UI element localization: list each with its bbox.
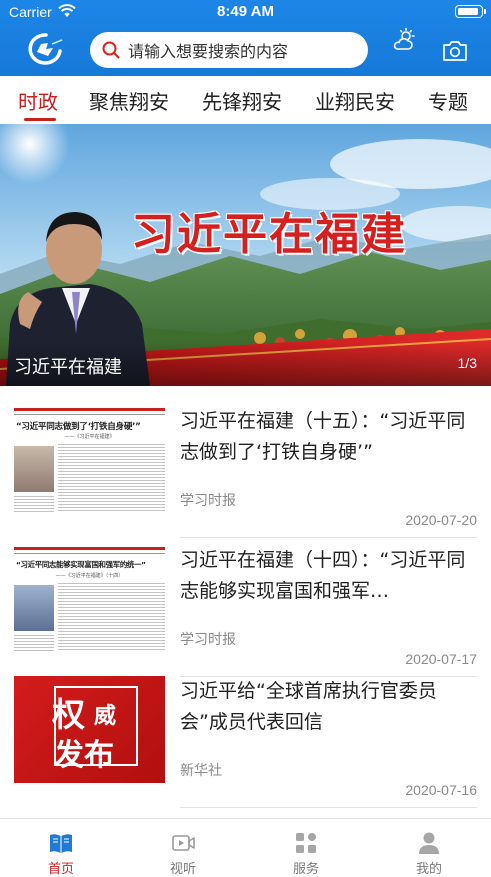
- news-title[interactable]: 习近平给“全球首席执行官委员会”成员代表回信: [180, 676, 476, 738]
- tab-zhuanti[interactable]: 专题: [428, 86, 468, 115]
- paper-rule: [14, 414, 165, 415]
- thumb-text-lines: [58, 444, 165, 512]
- news-date: 2020-07-16: [405, 782, 477, 798]
- tabbar-label: 我的: [415, 862, 442, 877]
- thumb-headline: “习近平同志做到了‘打铁自身硬’”: [16, 422, 141, 432]
- authority-release-badge: 权 威 发布: [14, 676, 165, 783]
- tabbar-label: 服务: [292, 862, 319, 877]
- paper-rule: [14, 553, 165, 554]
- grid-icon: [296, 833, 316, 853]
- thumb-headline: “习近平同志能够实现富国和强军的统一”: [16, 560, 146, 569]
- search-placeholder: 请输入想要搜索的内容: [128, 42, 289, 61]
- news-date: 2020-07-20: [405, 512, 477, 528]
- thumb-subtitle: ——《习近平在福建》: [64, 434, 115, 440]
- active-tab-indicator: [24, 118, 56, 121]
- thumb-photo: [14, 446, 54, 492]
- tab-xianfeng-xiangan[interactable]: 先锋翔安: [202, 86, 282, 115]
- news-date: 2020-07-17: [405, 651, 477, 667]
- app-logo-icon[interactable]: [26, 32, 66, 66]
- search-icon: [102, 41, 120, 59]
- news-source: 学习时报: [180, 493, 236, 509]
- tabbar-profile[interactable]: 我的: [368, 819, 490, 877]
- paper-rule: [14, 547, 165, 550]
- tabbar-label: 首页: [47, 862, 74, 877]
- weather-icon[interactable]: [391, 27, 417, 53]
- tabbar-services[interactable]: 服务: [245, 819, 367, 877]
- thumb-photo: [14, 585, 54, 631]
- app-header: Carrier 8:49 AM 请输入想要搜索的内容: [0, 0, 491, 76]
- news-title[interactable]: 习近平在福建（十五）：“习近平同志做到了‘打铁自身硬’”: [180, 406, 476, 468]
- banner-caption-bar: 习近平在福建 1/3: [0, 342, 491, 386]
- book-icon: [50, 834, 72, 853]
- banner-caption: 习近平在福建: [14, 357, 122, 378]
- thumb-text-lines: [14, 496, 54, 512]
- news-source: 学习时报: [180, 632, 236, 648]
- tabbar-media[interactable]: 视听: [122, 819, 244, 877]
- banner-carousel[interactable]: 习近平在福建 习近平在福建 1/3: [0, 124, 491, 386]
- camera-icon[interactable]: [442, 40, 468, 62]
- news-thumbnail: “习近平同志做到了‘打铁自身硬’” ——《习近平在福建》: [14, 406, 165, 513]
- news-title[interactable]: 习近平在福建（十四）：“习近平同志能够实现富国和强军…: [180, 545, 476, 607]
- status-time: 8:49 AM: [217, 3, 274, 20]
- tab-shizheng[interactable]: 时政: [18, 86, 58, 115]
- search-bar[interactable]: 请输入想要搜索的内容: [90, 32, 368, 68]
- news-thumbnail: 权 威 发布: [14, 676, 165, 783]
- paper-rule: [14, 408, 165, 411]
- battery-icon: [455, 5, 486, 18]
- tabbar-label: 视听: [169, 862, 196, 877]
- thumb-subtitle: ——《习近平在福建》（十四）: [55, 573, 124, 579]
- news-thumbnail: “习近平同志能够实现富国和强军的统一” ——《习近平在福建》（十四）: [14, 545, 165, 652]
- person-icon: [419, 832, 439, 854]
- tab-yexiang-minan[interactable]: 业翔民安: [315, 86, 395, 115]
- bottom-tab-bar: 首页 视听 服务 我的: [0, 818, 491, 877]
- thumb-text-lines: [58, 583, 165, 651]
- badge-char: 威: [94, 703, 117, 729]
- divider: [180, 807, 477, 808]
- badge-char: 发布: [54, 738, 114, 773]
- news-source: 新华社: [180, 763, 222, 779]
- banner-pager: 1/3: [457, 355, 477, 371]
- divider: [180, 537, 477, 538]
- thumb-text-lines: [14, 635, 54, 651]
- tabbar-home[interactable]: 首页: [0, 819, 122, 877]
- video-icon: [172, 835, 195, 851]
- channel-tabs: 时政 聚焦翔安 先锋翔安 业翔民安 专题: [0, 76, 491, 124]
- tab-jujiao-xiangan[interactable]: 聚焦翔安: [89, 86, 169, 115]
- badge-char: 权: [52, 695, 85, 734]
- banner-headline: 习近平在福建: [131, 209, 407, 260]
- status-bar: Carrier 8:49 AM: [0, 0, 491, 26]
